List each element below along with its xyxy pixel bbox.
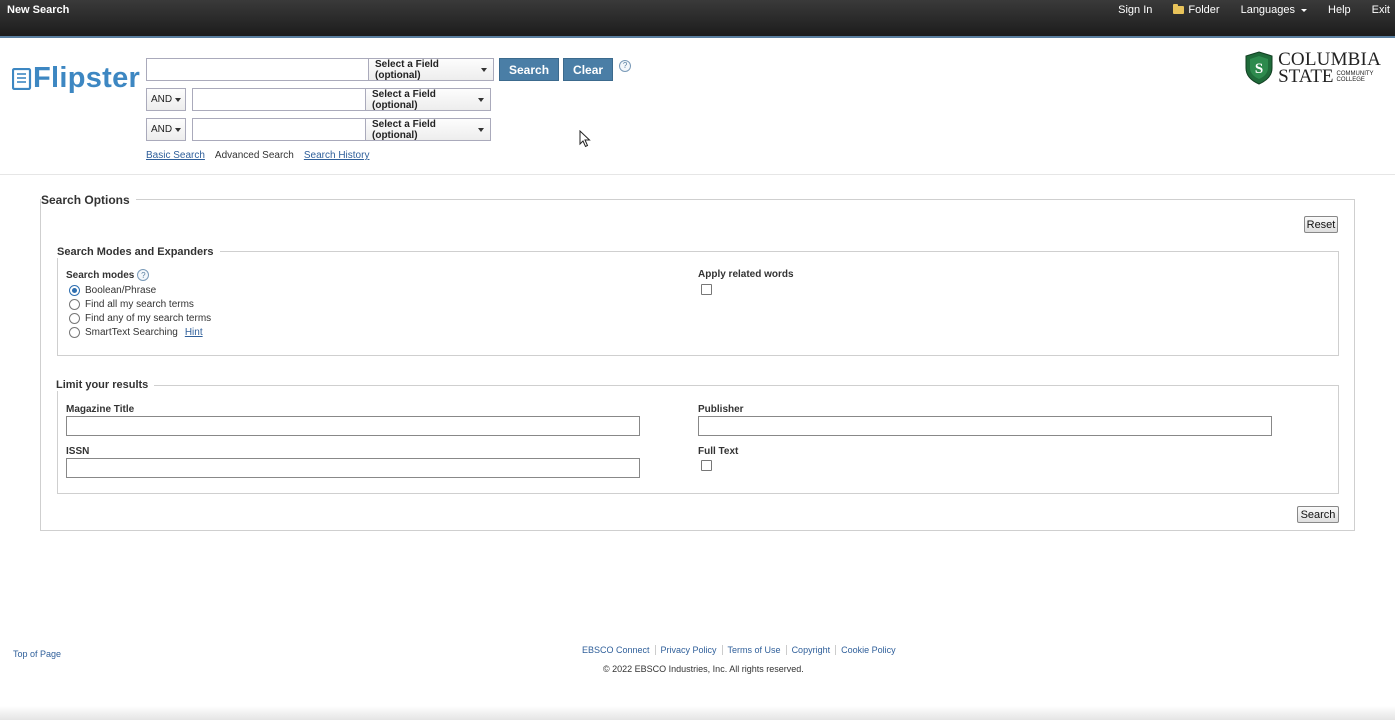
svg-text:S: S — [1255, 61, 1263, 77]
field-select-3[interactable]: Select a Field (optional) — [366, 118, 491, 141]
mode-smarttext[interactable]: SmartText Searching Hint — [69, 327, 203, 338]
operator-select-3[interactable]: AND — [146, 118, 186, 141]
chevron-down-icon — [175, 127, 182, 132]
folder-link[interactable]: Folder — [1173, 4, 1220, 16]
mode-label: Find all my search terms — [85, 299, 194, 310]
college-name: COLUMBIA STATE COMMUNITY COLLEGE — [1278, 50, 1381, 88]
help-link[interactable]: Help — [1328, 4, 1351, 16]
radio-icon[interactable] — [69, 313, 80, 324]
search-options-title: Search Options — [41, 193, 136, 207]
bottom-shade — [0, 706, 1395, 720]
search-input-3[interactable] — [192, 118, 366, 141]
mode-label: Boolean/Phrase — [85, 285, 157, 296]
folder-icon — [1173, 4, 1185, 14]
help-icon[interactable]: ? — [137, 269, 150, 281]
header-divider — [0, 174, 1395, 175]
folder-label: Folder — [1188, 4, 1220, 16]
toolbar-links: Sign In Folder Languages Help Exit — [1118, 4, 1395, 16]
exit-link[interactable]: Exit — [1372, 4, 1390, 16]
operator-label: AND — [150, 124, 173, 135]
field-select-1[interactable]: Select a Field (optional) — [369, 58, 494, 81]
toolbar-title: New Search — [7, 4, 70, 16]
privacy-policy-link[interactable]: Privacy Policy — [654, 645, 722, 655]
radio-icon[interactable] — [69, 299, 80, 310]
search-input-2[interactable] — [192, 88, 366, 111]
cookie-policy-link[interactable]: Cookie Policy — [835, 645, 901, 655]
flipster-logo[interactable]: Flipster — [12, 62, 140, 95]
field-select-label: Select a Field (optional) — [372, 118, 436, 141]
search-modes-panel — [57, 251, 1339, 356]
advanced-search-label: Advanced Search — [214, 150, 294, 161]
search-modes-title: Search Modes and Expanders — [57, 246, 220, 258]
chevron-down-icon — [478, 97, 484, 102]
publisher-label: Publisher — [698, 404, 744, 415]
languages-label: Languages — [1240, 4, 1296, 16]
college-subtitle: COMMUNITY COLLEGE — [1337, 71, 1374, 84]
mode-label: Find any of my search terms — [85, 313, 212, 324]
options-search-button[interactable]: Search — [1297, 506, 1339, 523]
magazine-title-label: Magazine Title — [66, 404, 135, 415]
search-modes-text: Search modes — [66, 269, 135, 281]
chevron-down-icon — [478, 127, 484, 132]
sign-in-link[interactable]: Sign In — [1118, 4, 1152, 16]
mode-boolean-phrase[interactable]: Boolean/Phrase — [69, 285, 156, 296]
limit-results-title: Limit your results — [56, 379, 155, 391]
logo-text: Flipster — [33, 62, 141, 94]
full-text-label: Full Text — [698, 446, 739, 457]
college-line-2: STATE COMMUNITY COLLEGE — [1278, 66, 1381, 88]
top-of-page-link[interactable]: Top of Page — [13, 649, 61, 659]
college-logo[interactable]: S COLUMBIA STATE COMMUNITY COLLEGE — [1244, 50, 1381, 88]
help-icon[interactable]: ? — [619, 59, 632, 72]
hint-link[interactable]: Hint — [185, 327, 203, 338]
copyright-text: © 2022 EBSCO Industries, Inc. All rights… — [603, 664, 804, 674]
terms-of-use-link[interactable]: Terms of Use — [721, 645, 786, 655]
mode-find-any[interactable]: Find any of my search terms — [69, 313, 211, 324]
issn-label: ISSN — [66, 446, 90, 457]
chevron-down-icon — [1301, 8, 1308, 12]
clear-button[interactable]: Clear — [563, 58, 614, 81]
search-button[interactable]: Search — [499, 58, 560, 81]
college-community: COMMUNITY — [1336, 70, 1374, 77]
book-icon — [12, 67, 32, 90]
publisher-input[interactable] — [698, 416, 1272, 436]
magazine-title-input[interactable] — [66, 416, 640, 436]
search-row-1: Select a Field (optional) Search Clear ? — [146, 58, 632, 81]
basic-search-link[interactable]: Basic Search — [146, 150, 205, 161]
college-state: STATE — [1278, 66, 1334, 88]
related-words-checkbox[interactable] — [701, 284, 712, 295]
shield-icon: S — [1245, 51, 1273, 86]
chevron-down-icon — [175, 97, 182, 102]
radio-icon[interactable] — [69, 327, 80, 338]
top-toolbar: New Search Sign In Folder Languages Help… — [0, 0, 1395, 38]
search-history-link[interactable]: Search History — [304, 150, 370, 161]
field-select-label: Select a Field (optional) — [372, 88, 436, 111]
search-row-2: AND Select a Field (optional) — [146, 88, 491, 111]
copyright-link[interactable]: Copyright — [785, 645, 836, 655]
related-words-label: Apply related words — [698, 269, 794, 280]
mouse-cursor-icon — [579, 130, 591, 148]
operator-label: AND — [150, 94, 173, 105]
mode-label: SmartText Searching — [85, 327, 178, 338]
search-input-1[interactable] — [146, 58, 369, 81]
footer-links: EBSCO Connect Privacy Policy Terms of Us… — [582, 645, 901, 655]
search-row-3: AND Select a Field (optional) — [146, 118, 491, 141]
radio-selected-icon[interactable] — [69, 285, 80, 296]
full-text-checkbox[interactable] — [701, 460, 712, 471]
operator-select-2[interactable]: AND — [146, 88, 186, 111]
field-select-label: Select a Field (optional) — [375, 58, 439, 81]
mode-find-all[interactable]: Find all my search terms — [69, 299, 194, 310]
languages-menu[interactable]: Languages — [1240, 4, 1308, 16]
reset-button[interactable]: Reset — [1304, 216, 1338, 233]
college-college: COLLEGE — [1336, 77, 1365, 84]
chevron-down-icon — [481, 67, 487, 72]
issn-input[interactable] — [66, 458, 640, 478]
field-select-2[interactable]: Select a Field (optional) — [366, 88, 491, 111]
search-modes-label: Search modes ? — [66, 269, 150, 281]
ebsco-connect-link[interactable]: EBSCO Connect — [582, 645, 655, 655]
search-nav: Basic Search Advanced Search Search Hist… — [146, 150, 379, 161]
